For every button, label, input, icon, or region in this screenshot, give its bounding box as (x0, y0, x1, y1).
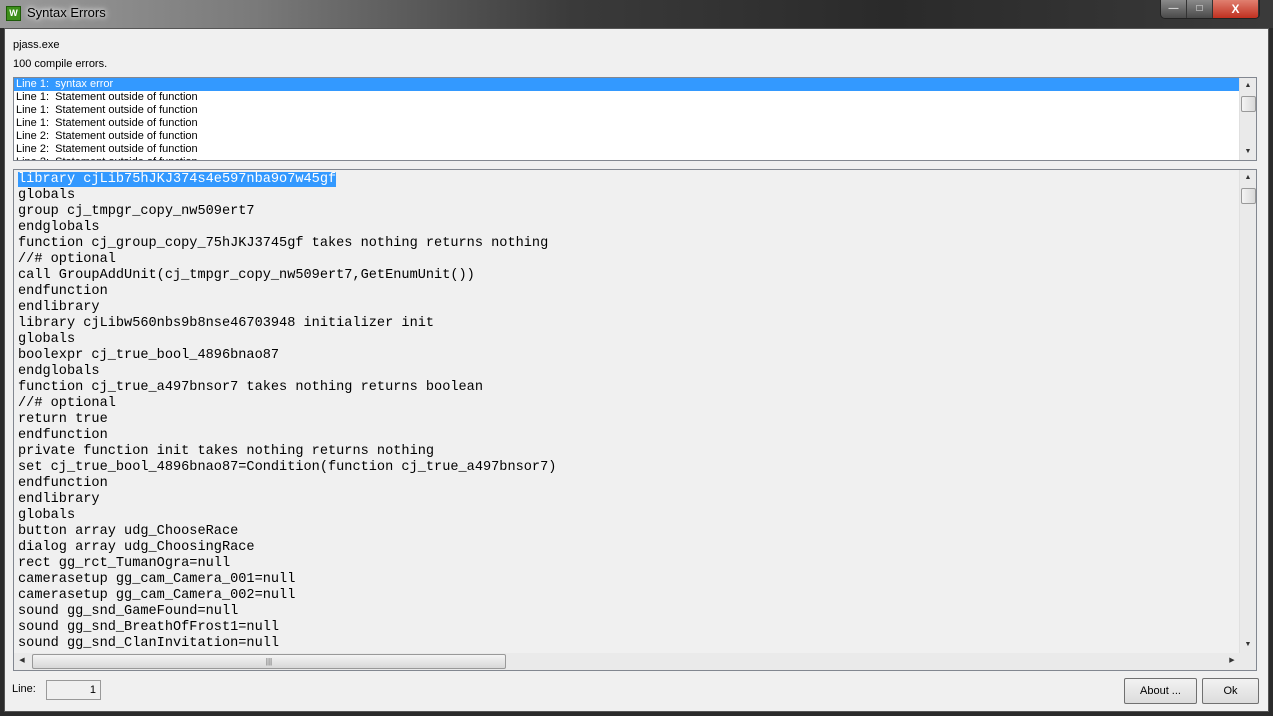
error-list-item[interactable]: Line 2: Statement outside of function (14, 130, 1240, 143)
code-line-text: endfunction (18, 476, 108, 491)
code-line: dialog array udg_ChoosingRace (14, 540, 556, 556)
error-list-item[interactable]: Line 1: Statement outside of function (14, 117, 1240, 130)
hscroll-thumb[interactable]: ||| (32, 654, 506, 669)
code-view[interactable]: library cjLib75hJKJ374s4e597nba9o7w45gf g… (13, 169, 1257, 671)
ok-button[interactable]: Ok (1202, 678, 1259, 704)
code-line: camerasetup gg_cam_Camera_002=null (14, 588, 556, 604)
scroll-thumb[interactable] (1241, 96, 1256, 112)
code-line-text: endfunction (18, 428, 108, 443)
code-line: boolexpr cj_true_bool_4896bnao87 (14, 348, 556, 364)
code-line-text: globals (18, 188, 76, 203)
code-line-text: return true (18, 412, 108, 427)
scroll-thumb[interactable] (1241, 188, 1256, 204)
code-line: endglobals (14, 220, 556, 236)
code-hscrollbar[interactable]: ◀ ||| ▶ (14, 653, 1240, 670)
code-line: endfunction (14, 284, 556, 300)
code-line: endglobals (14, 364, 556, 380)
code-line-text: globals (18, 508, 76, 523)
error-list-item[interactable]: Line 1: syntax error (14, 78, 1240, 91)
dialog-body: pjass.exe 100 compile errors. Line 1: sy… (4, 28, 1269, 712)
title-bar[interactable]: W Syntax Errors — □ X (0, 0, 1273, 28)
maximize-button[interactable]: □ (1187, 0, 1213, 18)
code-line-text: sound gg_snd_GameFound=null (18, 604, 239, 619)
code-line: endlibrary (14, 492, 556, 508)
code-line: globals (14, 188, 556, 204)
scroll-down-icon[interactable]: ▼ (1240, 144, 1256, 160)
code-line: sound gg_snd_BreathOfFrost1=null (14, 620, 556, 636)
error-list-item[interactable]: Line 2: Statement outside of function (14, 143, 1240, 156)
code-line-text: endlibrary (18, 492, 100, 507)
code-line-text: call GroupAddUnit(cj_tmpgr_copy_nw509ert… (18, 268, 475, 283)
code-line: //# optional (14, 396, 556, 412)
code-line-text: group cj_tmpgr_copy_nw509ert7 (18, 204, 255, 219)
code-line: camerasetup gg_cam_Camera_001=null (14, 572, 556, 588)
code-line-text: library cjLibw560nbs9b8nse46703948 initi… (18, 316, 435, 331)
code-line-text: //# optional (18, 396, 116, 411)
window-title: Syntax Errors (27, 5, 106, 20)
code-line-text: camerasetup gg_cam_Camera_002=null (18, 588, 296, 603)
error-list-item[interactable]: Line 2: Statement outside of function (14, 156, 1240, 160)
app-icon: W (6, 6, 21, 21)
code-line: sound gg_snd_ClanInvitation=null (14, 636, 556, 652)
code-line: endfunction (14, 428, 556, 444)
code-line-text: globals (18, 332, 76, 347)
scroll-up-icon[interactable]: ▲ (1240, 78, 1256, 94)
code-line-text: private function init takes nothing retu… (18, 444, 435, 459)
code-line: //# optional (14, 252, 556, 268)
code-line-text: button array udg_ChooseRace (18, 524, 239, 539)
code-line: function cj_true_a497bnsor7 takes nothin… (14, 380, 556, 396)
code-line: library cjLibw560nbs9b8nse46703948 initi… (14, 316, 556, 332)
error-count-label: 100 compile errors. (13, 58, 108, 70)
program-label: pjass.exe (13, 39, 60, 51)
line-label: Line: (12, 683, 36, 695)
code-line-text: function cj_true_a497bnsor7 takes nothin… (18, 380, 483, 395)
code-vscrollbar[interactable]: ▲ ▼ (1239, 170, 1256, 670)
scroll-up-icon[interactable]: ▲ (1240, 170, 1256, 186)
error-list[interactable]: Line 1: syntax error Line 1: Statement ou… (13, 77, 1257, 161)
line-number-field[interactable]: 1 (46, 680, 101, 700)
code-line: globals (14, 508, 556, 524)
code-line-text: camerasetup gg_cam_Camera_001=null (18, 572, 296, 587)
scroll-right-icon[interactable]: ▶ (1224, 653, 1240, 669)
code-line-text: endglobals (18, 220, 100, 235)
code-line-text: sound gg_snd_ClanInvitation=null (18, 636, 280, 651)
code-line-text: rect gg_rct_TumanOgra=null (18, 556, 231, 571)
code-line: endlibrary (14, 300, 556, 316)
code-line-text: set cj_true_bool_4896bnao87=Condition(fu… (18, 460, 557, 475)
about-button[interactable]: About ... (1124, 678, 1197, 704)
code-line: sound gg_snd_GameFound=null (14, 604, 556, 620)
error-list-scrollbar[interactable]: ▲ ▼ (1239, 78, 1256, 160)
code-line-text: endlibrary (18, 300, 100, 315)
error-list-item[interactable]: Line 1: Statement outside of function (14, 104, 1240, 117)
code-line: rect gg_rct_TumanOgra=null (14, 556, 556, 572)
minimize-button[interactable]: — (1161, 0, 1187, 18)
close-button[interactable]: X (1213, 0, 1259, 18)
code-line: button array udg_ChooseRace (14, 524, 556, 540)
code-line-text: endglobals (18, 364, 100, 379)
scroll-down-icon[interactable]: ▼ (1240, 637, 1256, 653)
code-line-text: dialog array udg_ChoosingRace (18, 540, 255, 555)
code-line-text: boolexpr cj_true_bool_4896bnao87 (18, 348, 280, 363)
code-line: private function init takes nothing retu… (14, 444, 556, 460)
code-line: set cj_true_bool_4896bnao87=Condition(fu… (14, 460, 556, 476)
code-line: endfunction (14, 476, 556, 492)
code-line-text: library cjLib75hJKJ374s4e597nba9o7w45gf (18, 172, 337, 187)
scroll-left-icon[interactable]: ◀ (14, 653, 30, 669)
code-line: call GroupAddUnit(cj_tmpgr_copy_nw509ert… (14, 268, 556, 284)
code-line-text: //# optional (18, 252, 116, 267)
code-line-text: endfunction (18, 284, 108, 299)
code-line-text: function cj_group_copy_75hJKJ3745gf take… (18, 236, 549, 251)
code-line: return true (14, 412, 556, 428)
code-line: function cj_group_copy_75hJKJ3745gf take… (14, 236, 556, 252)
code-line: group cj_tmpgr_copy_nw509ert7 (14, 204, 556, 220)
code-line-text: sound gg_snd_BreathOfFrost1=null (18, 620, 280, 635)
error-list-item[interactable]: Line 1: Statement outside of function (14, 91, 1240, 104)
code-line: library cjLib75hJKJ374s4e597nba9o7w45gf (14, 172, 556, 188)
code-line: globals (14, 332, 556, 348)
